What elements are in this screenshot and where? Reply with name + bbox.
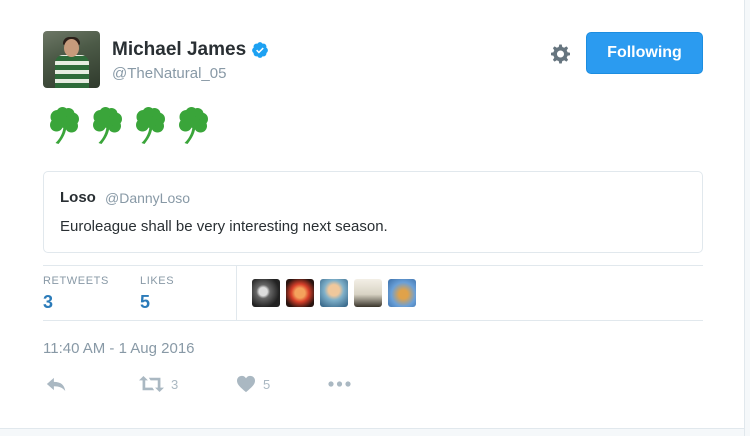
timestamp[interactable]: 11:40 AM - 1 Aug 2016	[43, 340, 195, 357]
page-right-edge	[744, 0, 750, 436]
likes-label: LIKES	[140, 275, 175, 287]
gear-icon[interactable]	[549, 42, 573, 66]
shamrock-icon	[136, 107, 165, 144]
avatar[interactable]	[43, 31, 100, 88]
shamrock-icon	[93, 107, 122, 144]
author-handle[interactable]: @TheNatural_05	[112, 65, 226, 82]
shamrock-icon	[50, 107, 79, 144]
shamrock-icon	[179, 107, 208, 144]
liker-avatar[interactable]	[252, 279, 280, 307]
following-button[interactable]: Following	[586, 32, 703, 74]
like-count: 5	[263, 376, 271, 392]
liker-avatar[interactable]	[354, 279, 382, 307]
liker-avatar[interactable]	[388, 279, 416, 307]
page-bottom-edge	[0, 428, 750, 436]
likes-count[interactable]: 5	[140, 292, 150, 313]
more-icon	[328, 381, 351, 387]
cropped-header-text: ▔▔▔▔ ▔▔▔▔▔ ▔▔▔▔ ▔▔▔▔	[90, 0, 420, 2]
quoted-text: Euroleague shall be very interesting nex…	[60, 218, 388, 235]
heart-icon	[237, 375, 255, 393]
reply-icon	[46, 377, 66, 391]
divider	[43, 320, 703, 321]
verified-badge-icon	[252, 42, 269, 58]
liker-avatars	[252, 279, 416, 307]
retweet-icon	[139, 375, 164, 393]
tweet-text	[46, 105, 212, 145]
quoted-tweet[interactable]: Loso @DannyLoso Euroleague shall be very…	[43, 171, 703, 253]
divider	[43, 265, 703, 266]
retweet-button[interactable]: 3	[139, 374, 178, 394]
liker-avatar[interactable]	[286, 279, 314, 307]
quoted-author-name: Loso	[60, 189, 96, 206]
like-button[interactable]: 5	[236, 375, 270, 393]
retweet-count: 3	[171, 376, 179, 392]
quoted-author-handle: @DannyLoso	[105, 190, 191, 206]
author-line: Michael James	[112, 39, 269, 61]
divider	[236, 266, 237, 320]
retweets-count[interactable]: 3	[43, 292, 53, 313]
author-name[interactable]: Michael James	[112, 39, 246, 61]
retweets-label: RETWEETS	[43, 275, 109, 287]
more-button[interactable]	[328, 381, 351, 387]
liker-avatar[interactable]	[320, 279, 348, 307]
reply-button[interactable]	[46, 375, 67, 393]
